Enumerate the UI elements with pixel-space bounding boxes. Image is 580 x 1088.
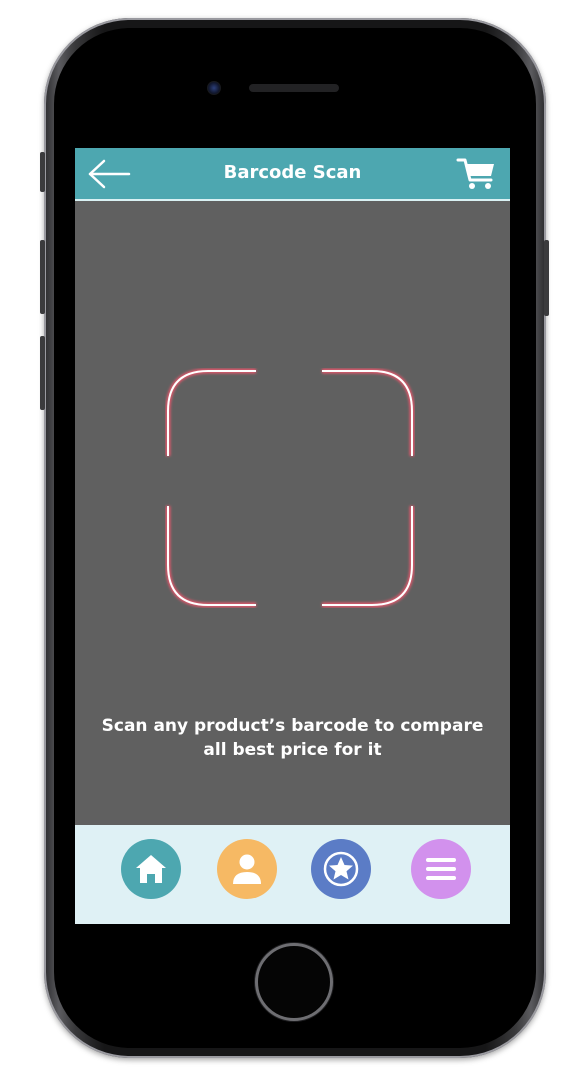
front-camera — [207, 81, 221, 95]
app-screen: Barcode Scan Scan any product’s barcode … — [75, 148, 510, 924]
volume-up-button — [40, 240, 45, 314]
user-icon — [233, 854, 261, 884]
cart-button[interactable] — [456, 156, 498, 192]
star-icon — [323, 851, 359, 887]
scan-instruction: Scan any product’s barcode to compare al… — [101, 716, 484, 760]
bottom-nav — [75, 825, 510, 924]
nav-home-button[interactable] — [121, 839, 181, 899]
scan-frame — [165, 368, 415, 608]
hamburger-menu-icon — [426, 858, 456, 880]
power-button — [544, 240, 549, 316]
nav-favorites-button[interactable] — [311, 839, 371, 899]
page-title: Barcode Scan — [223, 162, 362, 183]
home-icon — [136, 855, 166, 883]
shopping-cart-icon — [456, 158, 494, 189]
volume-down-button — [40, 336, 45, 410]
silent-switch — [40, 152, 45, 192]
nav-menu-button[interactable] — [411, 839, 471, 899]
header-bar: Barcode Scan — [75, 148, 510, 201]
nav-profile-button[interactable] — [217, 839, 277, 899]
home-hardware-button[interactable] — [255, 943, 333, 1021]
earpiece-speaker — [249, 84, 339, 92]
